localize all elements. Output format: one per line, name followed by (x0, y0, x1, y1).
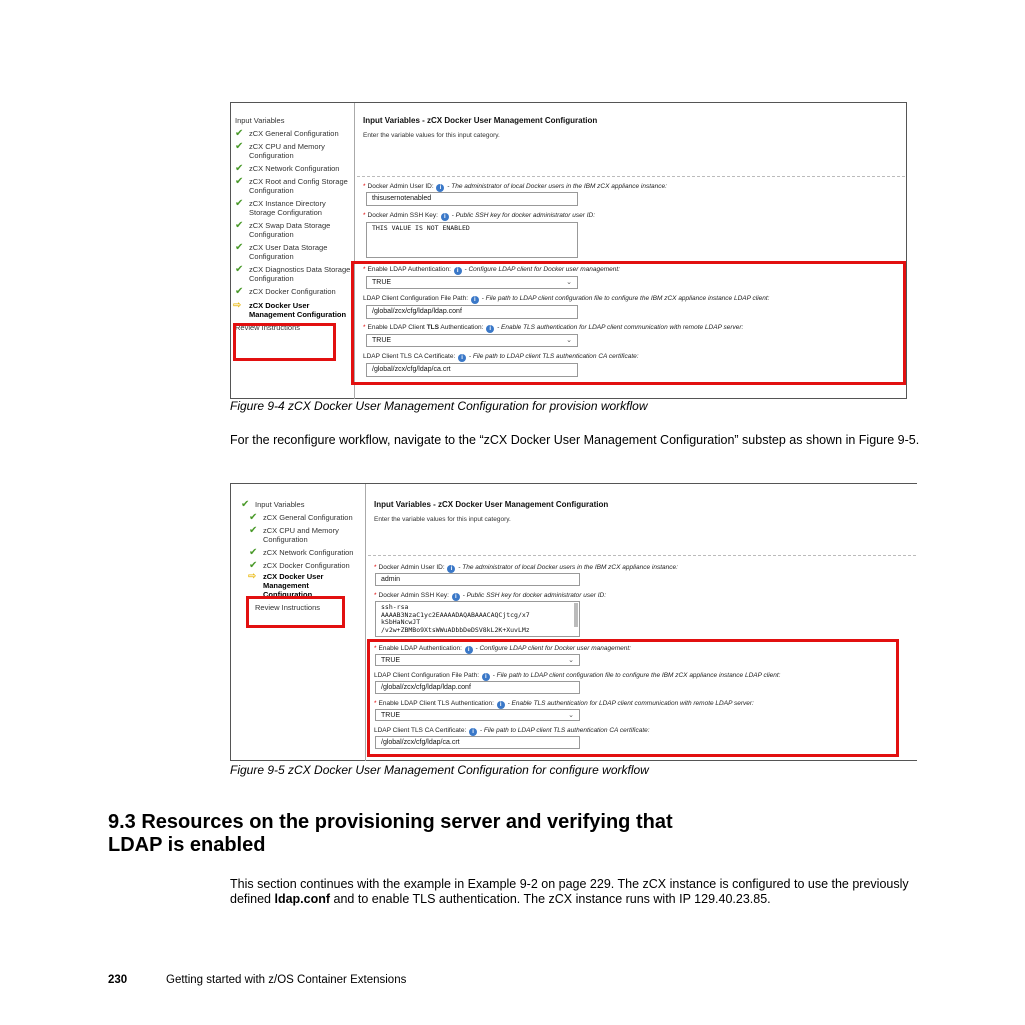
checkmark-icon: ✔ (249, 547, 258, 558)
nav-item-docker-config[interactable]: ✔ zCX Docker Configuration (233, 286, 351, 297)
section-heading-line2: LDAP is enabled (108, 834, 266, 856)
nav-item-diagnostics-data-storage[interactable]: ✔ zCX Diagnostics Data Storage Configurat… (233, 264, 351, 284)
nav-item-docker-config[interactable]: ✔ zCX Docker Configuration (239, 560, 359, 571)
reconfigure-paragraph: For the reconfigure workflow, navigate t… (230, 433, 920, 447)
checkmark-icon: ✔ (235, 176, 244, 187)
admin-user-id-input[interactable]: admin (375, 573, 580, 586)
figure-9-4-caption: Figure 9-4 zCX Docker User Management Co… (230, 399, 648, 413)
nav-item-general[interactable]: ✔ zCX General Configuration (233, 128, 351, 139)
admin-user-id-label: * Docker Admin User ID: i - The administr… (374, 564, 678, 573)
checkmark-icon: ✔ (235, 220, 244, 231)
ssh-key-label: * Docker Admin SSH Key: i - Public SSH ke… (374, 592, 607, 601)
figure-9-5-screenshot: ✔ Input Variables ✔ zCX General Configurat… (230, 483, 917, 761)
book-title: Getting started with z/OS Container Exte… (166, 974, 407, 986)
checkmark-icon: ✔ (235, 242, 244, 253)
nav-item-docker-user-management[interactable]: ⇨ zCX Docker User Management Configuratio… (239, 571, 359, 600)
highlight-box-active-step (233, 323, 336, 361)
nav-item-user-data-storage[interactable]: ✔ zCX User Data Storage Configuration (233, 242, 351, 262)
panel-title: Input Variables - zCX Docker User Manage… (374, 500, 609, 509)
checkmark-icon: ✔ (235, 141, 244, 152)
checkmark-icon: ✔ (235, 286, 244, 297)
figure-9-4-screenshot: Input Variables ✔ zCX General Configurati… (230, 102, 907, 399)
info-icon[interactable]: i (440, 213, 449, 221)
admin-user-id-input[interactable]: thisusernotenabled (366, 192, 578, 206)
highlight-box-ldap-fields (351, 261, 906, 385)
section-heading-line1: 9.3 Resources on the provisioning server… (108, 811, 673, 833)
section-divider (357, 176, 905, 177)
section-heading: 9.3 Resources on the provisioning server… (108, 811, 928, 857)
page-number: 230 (108, 974, 128, 986)
checkmark-icon: ✔ (249, 560, 258, 571)
nav-item-cpu-memory[interactable]: ✔ zCX CPU and Memory Configuration (239, 525, 359, 545)
highlight-box-active-step (246, 596, 345, 628)
panel-description: Enter the variable values for this input… (363, 132, 500, 139)
current-step-arrow-icon: ⇨ (248, 571, 257, 582)
textarea-scrollbar[interactable] (574, 603, 578, 627)
panel-title: Input Variables - zCX Docker User Manage… (363, 116, 598, 125)
checkmark-icon: ✔ (249, 525, 258, 536)
nav-item-general[interactable]: ✔ zCX General Configuration (239, 512, 359, 523)
admin-user-id-label: * Docker Admin User ID: i - The administr… (363, 183, 667, 192)
nav-item-network[interactable]: ✔ zCX Network Configuration (233, 163, 351, 174)
info-icon[interactable]: i (436, 184, 445, 192)
current-step-arrow-icon: ⇨ (233, 300, 242, 311)
highlight-box-ldap-fields (367, 639, 899, 757)
nav-item-docker-user-management[interactable]: ⇨ zCX Docker User Management Configuratio… (233, 300, 351, 320)
checkmark-icon: ✔ (235, 264, 244, 275)
ssh-key-label: * Docker Admin SSH Key: i - Public SSH ke… (363, 212, 596, 221)
nav-header[interactable]: ✔ Input Variables (239, 499, 359, 510)
nav-item-instance-directory-storage[interactable]: ✔ zCX Instance Directory Storage Configur… (233, 198, 351, 218)
figure-9-5-caption: Figure 9-5 zCX Docker User Management Co… (230, 763, 649, 777)
nav-item-network[interactable]: ✔ zCX Network Configuration (239, 547, 359, 558)
checkmark-icon: ✔ (235, 163, 244, 174)
checkmark-icon: ✔ (249, 512, 258, 523)
nav-item-root-config-storage[interactable]: ✔ zCX Root and Config Storage Configurati… (233, 176, 351, 196)
checkmark-icon: ✔ (235, 198, 244, 209)
panel-divider (365, 484, 366, 761)
info-icon[interactable]: i (451, 593, 460, 601)
section-paragraph: This section continues with the example … (230, 877, 909, 906)
panel-description: Enter the variable values for this input… (374, 516, 511, 523)
ssh-key-textarea[interactable]: ssh-rsa AAAAB3NzaC1yc2EAAAADAQABAAACAQCj… (375, 601, 580, 637)
nav-item-cpu-memory[interactable]: ✔ zCX CPU and Memory Configuration (233, 141, 351, 161)
ssh-key-textarea[interactable]: THIS VALUE IS NOT ENABLED (366, 222, 578, 258)
checkmark-icon: ✔ (241, 499, 250, 510)
checkmark-icon: ✔ (235, 128, 244, 139)
nav-header[interactable]: Input Variables (233, 116, 351, 125)
section-divider (368, 555, 916, 556)
ldap-conf-term: ldap.conf (274, 892, 331, 906)
info-icon[interactable]: i (447, 565, 456, 573)
nav-item-swap-data-storage[interactable]: ✔ zCX Swap Data Storage Configuration (233, 220, 351, 240)
workflow-nav: Input Variables ✔ zCX General Configurati… (233, 116, 351, 332)
